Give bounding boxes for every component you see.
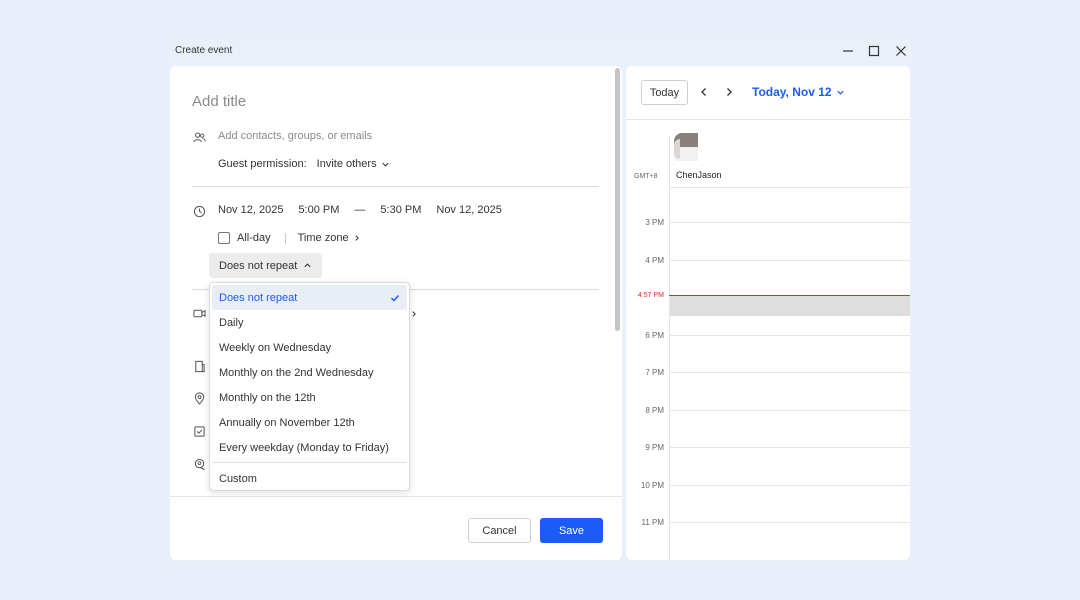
avatar[interactable] xyxy=(674,133,698,163)
time-separator: — xyxy=(354,204,366,216)
guest-permission-row: Guest permission: Invite others xyxy=(218,158,390,170)
checkmark-icon xyxy=(391,294,400,301)
chevron-right-icon xyxy=(727,88,732,96)
repeat-option-label: Monthly on the 12th xyxy=(219,391,316,404)
hour-line xyxy=(669,410,910,411)
hour-label: 6 PM xyxy=(645,331,664,340)
hour-line xyxy=(669,260,910,261)
repeat-option[interactable]: Monthly on the 2nd Wednesday xyxy=(212,360,407,385)
minimize-button[interactable] xyxy=(838,42,858,60)
hour-line xyxy=(669,447,910,448)
start-date[interactable]: Nov 12, 2025 xyxy=(218,204,283,216)
visibility-icon xyxy=(192,457,206,471)
vertical-separator xyxy=(284,232,286,244)
hour-line xyxy=(669,372,910,373)
chevron-right-icon xyxy=(412,311,416,317)
hour-label: 4 PM xyxy=(645,256,664,265)
guest-permission-value: Invite others xyxy=(316,158,377,170)
repeat-option-label: Custom xyxy=(219,472,257,485)
maximize-button[interactable] xyxy=(864,42,884,60)
today-button[interactable]: Today xyxy=(641,80,688,105)
date-picker-button[interactable]: Today, Nov 12 xyxy=(752,85,845,99)
repeat-option-custom[interactable]: Custom xyxy=(212,466,407,491)
repeat-option-label: Daily xyxy=(219,316,244,329)
timezone-label: Time zone xyxy=(297,232,349,244)
repeat-option-label: Weekly on Wednesday xyxy=(219,341,332,354)
title-bar: Create event xyxy=(166,36,914,66)
hour-line xyxy=(669,187,910,188)
repeat-option-label: Monthly on the 2nd Wednesday xyxy=(219,366,374,379)
clock-icon xyxy=(192,204,206,218)
previous-day-button[interactable] xyxy=(696,84,712,100)
task-icon xyxy=(192,424,206,438)
location-icon xyxy=(192,391,206,405)
end-date[interactable]: Nov 12, 2025 xyxy=(436,204,501,216)
hour-line xyxy=(669,335,910,336)
chevron-right-icon xyxy=(355,235,359,241)
video-icon xyxy=(192,306,206,320)
close-icon xyxy=(896,46,906,56)
end-time[interactable]: 5:30 PM xyxy=(380,204,421,216)
chevron-up-icon xyxy=(304,263,311,268)
repeat-option-label: Every weekday (Monday to Friday) xyxy=(219,441,389,454)
contacts-input[interactable]: Add contacts, groups, or emails xyxy=(218,130,372,142)
divider xyxy=(192,186,599,187)
hour-line xyxy=(669,485,910,486)
hour-label: 11 PM xyxy=(641,518,664,527)
repeat-option[interactable]: Every weekday (Monday to Friday) xyxy=(212,435,407,460)
hour-line xyxy=(669,222,910,223)
repeat-option[interactable]: Does not repeat xyxy=(212,285,407,310)
repeat-option[interactable]: Weekly on Wednesday xyxy=(212,335,407,360)
next-day-button[interactable] xyxy=(721,84,737,100)
repeat-option-label: Does not repeat xyxy=(219,291,298,304)
form-footer: Cancel Save xyxy=(170,496,622,560)
hour-label: 3 PM xyxy=(645,218,664,227)
repeat-option[interactable]: Monthly on the 12th xyxy=(212,385,407,410)
hour-label: 10 PM xyxy=(640,481,664,490)
timezone-label: GMT+8 xyxy=(634,173,658,180)
allday-row: All-day Time zone xyxy=(218,232,361,244)
repeat-option[interactable]: Daily xyxy=(212,310,407,335)
current-date-label: Today, Nov 12 xyxy=(752,85,832,99)
form-scrollbar[interactable] xyxy=(615,68,620,331)
guest-permission-dropdown[interactable]: Invite others xyxy=(317,158,390,170)
building-icon xyxy=(192,359,206,373)
guest-permission-label: Guest permission: xyxy=(218,158,307,170)
repeat-value: Does not repeat xyxy=(219,259,298,272)
hour-label: 9 PM xyxy=(645,443,664,452)
menu-divider xyxy=(212,462,407,463)
timezone-button[interactable]: Time zone xyxy=(298,232,361,244)
event-preview-block[interactable] xyxy=(670,296,910,316)
allday-checkbox[interactable] xyxy=(218,232,230,244)
cancel-button[interactable]: Cancel xyxy=(468,518,531,543)
hour-label: 7 PM xyxy=(645,368,664,377)
time-gutter-line xyxy=(669,136,670,560)
contacts-icon xyxy=(192,130,206,144)
repeat-options-menu: Does not repeat Daily Weekly on Wednesda… xyxy=(209,282,410,491)
hour-label: 8 PM xyxy=(645,406,664,415)
start-time[interactable]: 5:00 PM xyxy=(298,204,339,216)
chevron-down-icon xyxy=(836,90,844,95)
repeat-option-label: Annually on November 12th xyxy=(219,416,355,429)
chevron-left-icon xyxy=(701,88,706,96)
attendee-name: ChenJason xyxy=(676,170,722,180)
minimize-icon xyxy=(843,50,853,52)
repeat-dropdown-button[interactable]: Does not repeat xyxy=(209,253,323,278)
repeat-option[interactable]: Annually on November 12th xyxy=(212,410,407,435)
chevron-down-icon xyxy=(381,162,389,167)
calendar-panel: Today Today, Nov 12 GMT+8 ChenJason 3 PM… xyxy=(626,66,910,560)
calendar-header-divider xyxy=(626,119,910,120)
save-button[interactable]: Save xyxy=(540,518,603,543)
current-time-label: 4:57 PM xyxy=(637,292,664,299)
title-input[interactable]: Add title xyxy=(192,93,246,110)
maximize-icon xyxy=(868,45,880,57)
datetime-row: Nov 12, 2025 5:00 PM — 5:30 PM Nov 12, 2… xyxy=(218,204,502,216)
hour-line xyxy=(669,522,910,523)
window-title: Create event xyxy=(175,45,233,56)
close-button[interactable] xyxy=(891,42,911,60)
allday-label: All-day xyxy=(237,232,271,244)
